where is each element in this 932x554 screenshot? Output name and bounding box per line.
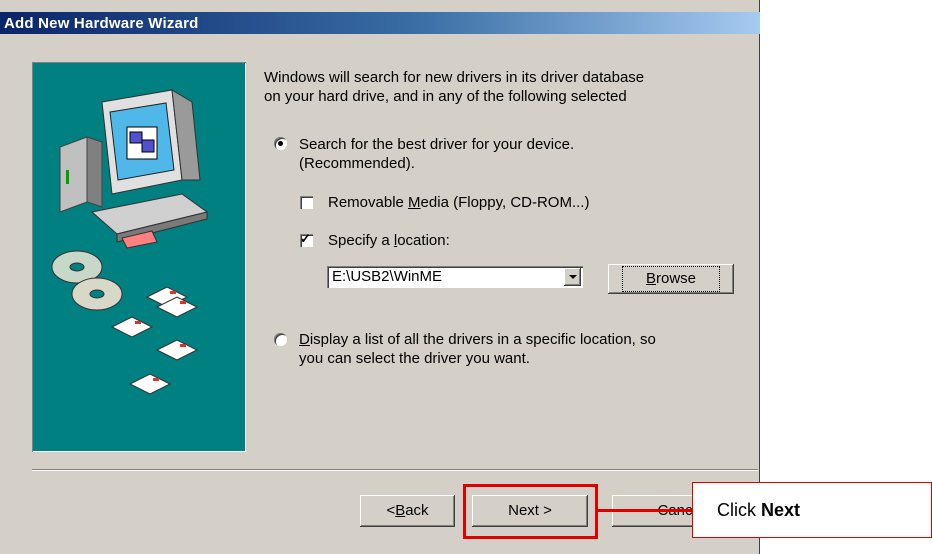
search-best-driver-label[interactable]: Search for the best driver for your devi… [299,135,574,154]
title-bar: Add New Hardware Wizard [0,12,760,34]
window-title: Add New Hardware Wizard [4,15,199,32]
chevron-down-icon[interactable] [564,268,581,286]
wizard-artwork [32,62,246,452]
browse-access-key: B [645,270,656,287]
search-best-driver-label-2: (Recommended). [299,155,415,172]
intro-line-1: Windows will search for new drivers in i… [264,69,645,86]
next-highlight-box [463,484,598,539]
callout-bold: Next [761,500,801,520]
specify-location-label-pre: Specify a [328,232,394,249]
intro-line-2: on your hard drive, and in any of the fo… [264,88,627,105]
callout-prefix: Click [717,500,761,520]
display-drivers-access-key: D [299,331,310,348]
separator [32,469,758,471]
search-best-driver-radio[interactable] [274,137,287,150]
removable-media-checkbox[interactable] [300,196,313,209]
callout-box: Click Next [692,482,932,538]
specify-location-checkbox[interactable]: ✓ [300,231,313,247]
callout-text: Click Next [717,500,800,521]
back-prefix: < [386,502,396,519]
callout-connector [598,509,693,512]
wizard-dialog: Add New Hardware Wizard Windows will sea… [0,0,760,554]
cd-rom-icon [51,250,123,311]
specify-location-label-post: ocation: [397,232,450,249]
removable-media-label-post: edia (Floppy, CD-ROM...) [420,194,590,211]
specify-location-label[interactable]: Specify a location: [328,231,450,250]
browse-button-label: Browse [621,266,721,292]
hardware-illustration [51,89,209,395]
removable-media-label-pre: Removable [328,194,409,211]
removable-media-access-key: M [408,194,421,211]
display-drivers-label[interactable]: Display a list of all the drivers in a s… [299,330,656,349]
computer-monitor-icon [59,89,209,249]
radio-selected-dot [278,141,283,146]
location-combobox[interactable]: E:\USB2\WinME [327,266,583,288]
back-button[interactable]: < Back [360,495,455,527]
browse-button[interactable]: Browse [608,264,734,294]
check-mark-icon: ✓ [300,231,311,246]
location-value: E:\USB2\WinME [332,268,443,285]
display-drivers-label-2: you can select the driver you want. [299,350,530,367]
browse-label-post: rowse [656,270,697,287]
back-access-key: B [395,502,406,519]
display-drivers-label-rest: isplay a list of all the drivers in a sp… [309,331,656,348]
removable-media-label[interactable]: Removable Media (Floppy, CD-ROM...) [328,193,589,212]
back-label-post: ack [405,502,429,519]
display-drivers-radio[interactable] [274,333,287,346]
